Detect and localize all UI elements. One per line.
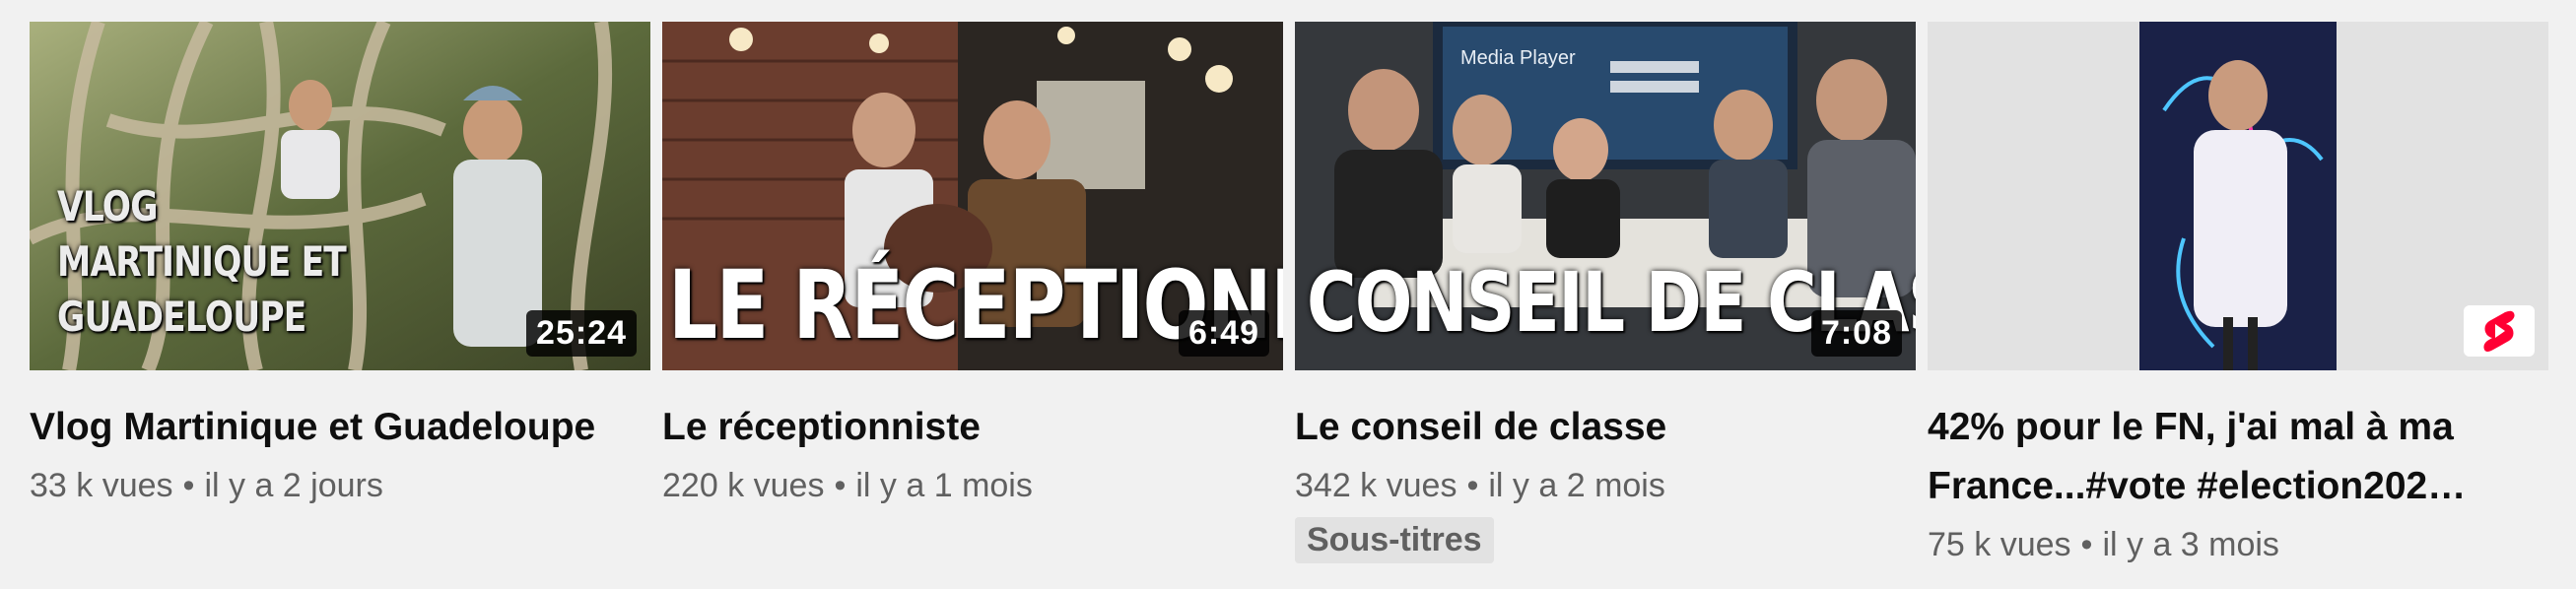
- video-thumbnail[interactable]: VLOG MARTINIQUE ET GUADELOUPE 25:24: [30, 22, 650, 370]
- video-title-line: France...#vote #election202…: [1928, 465, 2467, 507]
- duration-badge: 25:24: [526, 310, 637, 357]
- upload-age: il y a 1 mois: [855, 467, 1033, 504]
- thumbnail-text: CONSEIL DE CLASSE: [1307, 254, 1916, 351]
- meta-separator: •: [2080, 526, 2093, 563]
- video-meta: 220 k vues • il y a 1 mois: [662, 467, 1283, 505]
- video-card[interactable]: VLOG MARTINIQUE ET GUADELOUPE 25:24 Vlog…: [30, 22, 650, 505]
- video-meta: 33 k vues • il y a 2 jours: [30, 467, 650, 505]
- video-title[interactable]: Le réceptionniste: [662, 398, 1254, 457]
- video-title[interactable]: 42% pour le FN, j'ai mal à ma France...#…: [1928, 398, 2479, 516]
- screen-label: Media Player: [1460, 47, 1576, 69]
- video-thumbnail[interactable]: Media Player CONSEIL DE CLASSE 7:08: [1295, 22, 1916, 370]
- upload-age: il y a 3 mois: [2102, 526, 2279, 563]
- view-count: 220 k vues: [662, 467, 825, 504]
- meta-separator: •: [834, 467, 847, 504]
- video-title[interactable]: Vlog Martinique et Guadeloupe: [30, 398, 621, 457]
- video-thumbnail[interactable]: [1928, 22, 2548, 370]
- video-title[interactable]: Le conseil de classe: [1295, 398, 1886, 457]
- thumbnail-image: [1928, 22, 2548, 370]
- short-card[interactable]: 42% pour le FN, j'ai mal à ma France...#…: [1928, 22, 2548, 564]
- video-card[interactable]: LE RÉCEPTIONNISTE 6:49 Le réceptionniste…: [662, 22, 1283, 505]
- view-count: 75 k vues: [1928, 526, 2071, 563]
- duration-badge: 6:49: [1178, 310, 1269, 357]
- video-meta: 342 k vues • il y a 2 mois: [1295, 467, 1916, 505]
- view-count: 342 k vues: [1295, 467, 1457, 504]
- upload-age: il y a 2 mois: [1488, 467, 1665, 504]
- upload-age: il y a 2 jours: [204, 467, 383, 504]
- shorts-badge: [2464, 305, 2535, 357]
- thumbnail-text: VLOG MARTINIQUE ET GUADELOUPE: [57, 182, 347, 341]
- meta-separator: •: [182, 467, 195, 504]
- subtitles-badge: Sous-titres: [1295, 517, 1494, 563]
- video-meta: 75 k vues • il y a 3 mois: [1928, 526, 2548, 564]
- meta-separator: •: [1466, 467, 1479, 504]
- thumbnail-text: LE RÉCEPTIONNISTE: [668, 250, 1283, 360]
- shorts-icon: [2483, 310, 2515, 352]
- video-title-line: 42% pour le FN, j'ai mal à ma: [1928, 406, 2454, 448]
- video-thumbnail[interactable]: LE RÉCEPTIONNISTE 6:49: [662, 22, 1283, 370]
- video-card[interactable]: Media Player CONSEIL DE CLASSE 7:08 Le c…: [1295, 22, 1916, 563]
- view-count: 33 k vues: [30, 467, 173, 504]
- duration-badge: 7:08: [1810, 310, 1902, 357]
